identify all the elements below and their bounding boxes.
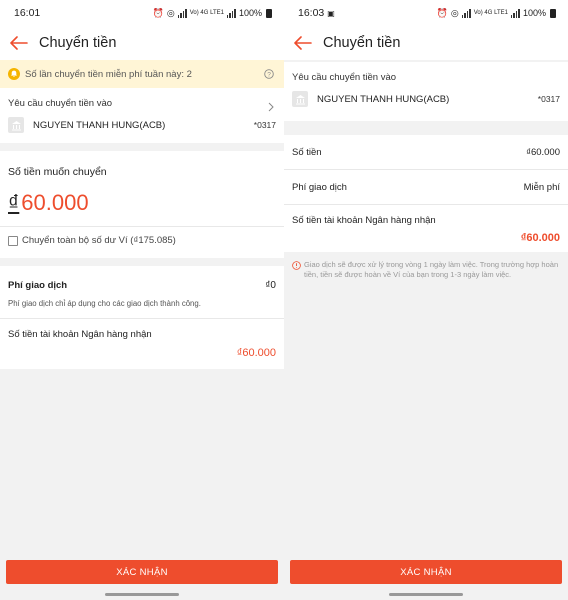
chevron-right-icon	[268, 102, 274, 112]
signal-icon-2	[510, 8, 520, 18]
alarm-icon: ⏰	[436, 7, 448, 18]
transfer-input-screen: 16:01 ⏰ ◎ Vo) 4G LTE1 100% Chuyển tiền S…	[0, 0, 284, 600]
signal-icon	[461, 8, 471, 18]
amount-label: Số tiền	[292, 146, 322, 158]
hotspot-icon: ◎	[166, 7, 175, 18]
processing-info: Giao dịch sẽ được xử lý trong vòng 1 ngà…	[284, 252, 568, 280]
fee-label: Phí giao dịch	[292, 181, 347, 193]
recipient-section[interactable]: Yêu cầu chuyển tiền vào NGUYEN THANH HUN…	[0, 88, 284, 143]
received-label: Số tiền tài khoản Ngân hàng nhận	[292, 215, 436, 226]
recipient-name: NGUYEN THANH HUNG(ACB)	[317, 93, 450, 105]
received-row: Số tiền tài khoản Ngân hàng nhận ₫60.000	[284, 205, 568, 252]
fee-title: Phí giao dịch	[8, 280, 68, 291]
arrow-left-icon	[10, 36, 28, 50]
confirm-button[interactable]: XÁC NHẬN	[290, 560, 562, 584]
fee-row: Phí giao dịch Miễn phí	[284, 170, 568, 204]
received-label: Số tiền tài khoản Ngân hàng nhận	[8, 329, 152, 340]
received-value: ₫60.000	[236, 347, 276, 359]
transfer-all-label: Chuyển toàn bộ số dư Ví (₫175.085)	[22, 235, 176, 246]
app-bar: Chuyển tiền	[0, 26, 284, 60]
battery-icon	[550, 8, 556, 18]
recipient-label: Yêu cầu chuyển tiền vào	[292, 72, 397, 83]
bank-icon	[292, 91, 308, 107]
battery-percent: 100%	[238, 8, 262, 18]
alarm-icon: ⏰	[152, 7, 164, 18]
fee-note: Phí giao dịch chỉ áp dụng cho các giao d…	[8, 299, 201, 308]
amount-title: Số tiền muốn chuyển	[8, 166, 107, 178]
info-text: Giao dịch sẽ được xử lý trong vòng 1 ngà…	[304, 260, 559, 279]
status-time: 16:01	[14, 7, 41, 19]
fee-section: Phí giao dịch ₫0 Phí giao dịch chỉ áp dụ…	[0, 266, 284, 369]
amount-input[interactable]: ₫ 60.000	[8, 190, 276, 216]
fee-value: ₫0	[265, 280, 276, 291]
hotspot-icon: ◎	[450, 7, 459, 18]
summary-section: Số tiền ₫60.000 Phí giao dịch Miễn phí S…	[284, 135, 568, 252]
account-number: *0317	[537, 94, 560, 104]
gallery-icon: ▣	[327, 9, 335, 18]
currency-sign: ₫	[8, 190, 20, 215]
back-button[interactable]	[8, 32, 30, 54]
battery-percent: 100%	[522, 8, 546, 18]
status-bar: 16:03 ▣ ⏰ ◎ Vo) 4G LTE1 100%	[284, 0, 568, 26]
recipient-name: NGUYEN THANH HUNG(ACB)	[33, 119, 166, 131]
svg-text:?: ?	[267, 71, 271, 78]
bell-icon	[8, 68, 20, 80]
amount-row: Số tiền ₫60.000	[284, 135, 568, 169]
amount-value: ₫60.000	[526, 146, 560, 158]
page-title: Chuyển tiền	[39, 35, 117, 51]
recipient-section: Yêu cầu chuyển tiền vào NGUYEN THANH HUN…	[284, 62, 568, 121]
help-icon[interactable]: ?	[264, 69, 274, 79]
amount-value: 60.000	[21, 190, 89, 215]
notice-text: Số lần chuyển tiền miễn phí tuần này: 2	[25, 68, 192, 80]
received-value: ₫60.000	[520, 232, 560, 244]
status-icons: ⏰ ◎ Vo) 4G LTE1 100%	[437, 8, 556, 19]
amount-section: Số tiền muốn chuyển ₫ 60.000 Chuyển toàn…	[0, 151, 284, 258]
home-indicator	[105, 593, 179, 596]
back-button[interactable]	[292, 32, 314, 54]
arrow-left-icon	[294, 36, 312, 50]
account-number: *0317	[253, 120, 276, 130]
transfer-confirm-screen: 16:03 ▣ ⏰ ◎ Vo) 4G LTE1 100% Chuyển tiền…	[284, 0, 568, 600]
info-icon	[292, 261, 301, 270]
battery-icon	[266, 8, 272, 18]
signal-icon	[177, 8, 187, 18]
status-icons: ⏰ ◎ Vo) 4G LTE1 100%	[153, 8, 272, 19]
app-bar: Chuyển tiền	[284, 26, 568, 60]
transfer-all-option[interactable]: Chuyển toàn bộ số dư Ví (₫175.085)	[0, 227, 284, 258]
confirm-button[interactable]: XÁC NHẬN	[6, 560, 278, 584]
network-type: Vo) 4G LTE1	[189, 10, 224, 16]
home-indicator	[389, 593, 463, 596]
bank-icon	[8, 117, 24, 133]
page-title: Chuyển tiền	[323, 35, 401, 51]
status-time: 16:03 ▣	[298, 7, 335, 19]
free-transfer-notice: Số lần chuyển tiền miễn phí tuần này: 2 …	[0, 60, 284, 88]
status-bar: 16:01 ⏰ ◎ Vo) 4G LTE1 100%	[0, 0, 284, 26]
fee-value: Miễn phí	[523, 181, 560, 193]
network-type: Vo) 4G LTE1	[473, 10, 508, 16]
signal-icon-2	[226, 8, 236, 18]
transfer-all-checkbox[interactable]	[8, 235, 18, 246]
recipient-label: Yêu cầu chuyển tiền vào	[8, 98, 113, 109]
